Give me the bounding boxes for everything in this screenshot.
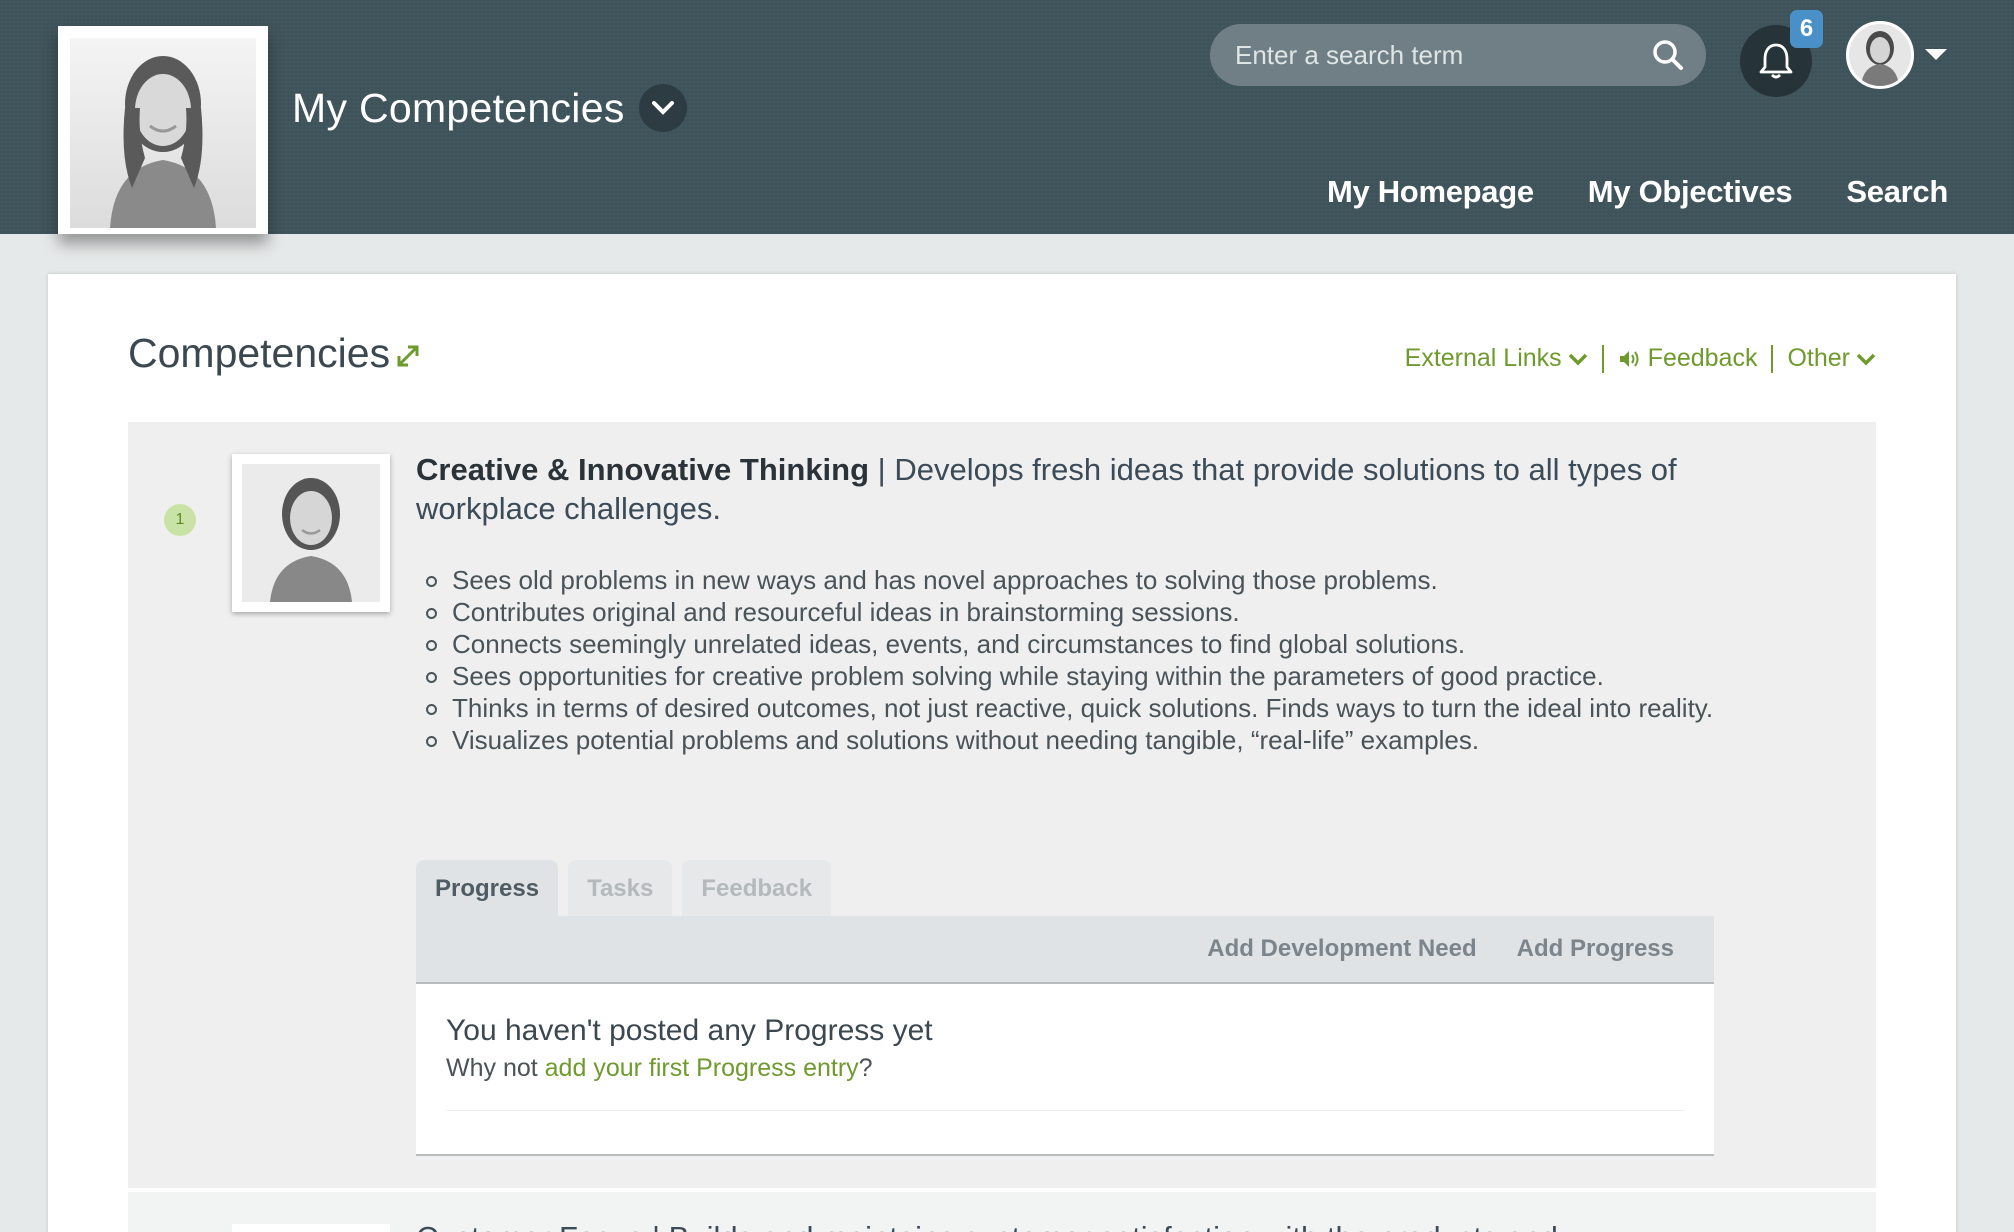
competency-heading: Creative & Innovative Thinking | Develop… bbox=[416, 450, 1686, 528]
profile-photo[interactable] bbox=[58, 26, 268, 234]
competency-owner-photo bbox=[232, 1224, 390, 1232]
nav-my-homepage[interactable]: My Homepage bbox=[1327, 174, 1534, 210]
page-title: My Competencies bbox=[292, 84, 625, 131]
top-header: My Competencies 6 My Homepage My Ob bbox=[0, 0, 2014, 234]
section-links: External Links Feedback Other bbox=[1405, 344, 1876, 373]
competency-name: Creative & Innovative Thinking bbox=[416, 452, 870, 487]
content-card: Competencies External Links Feedback Oth… bbox=[48, 274, 1956, 1232]
search-input[interactable] bbox=[1235, 39, 1652, 71]
tab-tasks[interactable]: Tasks bbox=[568, 860, 673, 918]
external-links-label: External Links bbox=[1404, 344, 1562, 372]
tab-feedback[interactable]: Feedback bbox=[682, 860, 832, 918]
list-item: Sees opportunities for creative problem … bbox=[426, 660, 1792, 692]
notification-count-badge: 6 bbox=[1790, 10, 1823, 48]
competency-heading: Customer Focus | Builds and maintains cu… bbox=[416, 1220, 1558, 1232]
list-item: Sees old problems in new ways and has no… bbox=[426, 564, 1792, 596]
competency-owner-photo bbox=[232, 454, 390, 612]
main-nav: My Homepage My Objectives Search bbox=[1327, 174, 1948, 210]
feedback-label: Feedback bbox=[1647, 344, 1758, 372]
speaker-icon bbox=[1619, 350, 1639, 367]
caret-down-icon[interactable] bbox=[1925, 49, 1947, 60]
avatar[interactable] bbox=[1846, 21, 1914, 89]
section-title: Competencies bbox=[128, 330, 391, 376]
external-links-dropdown[interactable]: External Links bbox=[1405, 344, 1588, 373]
list-item: Visualizes potential problems and soluti… bbox=[426, 724, 1792, 756]
empty-state-message: Why not add your first Progress entry? bbox=[446, 1054, 873, 1083]
other-dropdown[interactable]: Other bbox=[1787, 344, 1876, 373]
bell-icon bbox=[1759, 43, 1793, 79]
chevron-down-icon bbox=[1856, 353, 1876, 365]
competency-tabs: Progress Tasks Feedback bbox=[416, 860, 832, 918]
section-heading: Competencies bbox=[128, 330, 420, 377]
competency-item: Customer Focus | Builds and maintains cu… bbox=[128, 1192, 1876, 1232]
list-item: Thinks in terms of desired outcomes, not… bbox=[426, 692, 1792, 724]
tab-toolbar: Add Development Need Add Progress bbox=[416, 916, 1714, 984]
divider bbox=[1601, 344, 1604, 373]
progress-panel: You haven't posted any Progress yet Why … bbox=[416, 984, 1714, 1156]
add-first-progress-link[interactable]: add your first Progress entry bbox=[545, 1054, 859, 1082]
empty-state-title: You haven't posted any Progress yet bbox=[446, 1014, 933, 1047]
person-photo-image bbox=[70, 38, 256, 228]
add-development-need-button[interactable]: Add Development Need bbox=[1207, 935, 1476, 963]
nav-search[interactable]: Search bbox=[1846, 174, 1948, 210]
expand-icon[interactable] bbox=[396, 344, 420, 368]
title-dropdown-button[interactable] bbox=[638, 84, 687, 132]
empty-state-prefix: Why not bbox=[446, 1054, 545, 1082]
divider bbox=[1771, 344, 1774, 373]
nav-my-objectives[interactable]: My Objectives bbox=[1588, 174, 1793, 210]
search-icon[interactable] bbox=[1652, 39, 1684, 71]
divider bbox=[446, 1110, 1684, 1111]
add-progress-button[interactable]: Add Progress bbox=[1517, 935, 1674, 963]
search-box bbox=[1210, 24, 1706, 86]
chevron-down-icon bbox=[651, 101, 674, 115]
list-item: Connects seemingly unrelated ideas, even… bbox=[426, 628, 1792, 660]
chevron-down-icon bbox=[1568, 353, 1587, 365]
competency-number: 1 bbox=[164, 504, 196, 536]
feedback-link[interactable]: Feedback bbox=[1618, 344, 1758, 373]
behaviour-list: Sees old problems in new ways and has no… bbox=[426, 564, 1792, 756]
list-item: Contributes original and resourceful ide… bbox=[426, 596, 1792, 628]
empty-state-suffix: ? bbox=[858, 1054, 873, 1082]
heading-separator: | bbox=[869, 452, 895, 487]
other-label: Other bbox=[1787, 344, 1850, 372]
tab-progress[interactable]: Progress bbox=[416, 860, 559, 918]
competency-item: 1 Creative & Innovative Thinking | Devel… bbox=[128, 422, 1876, 1188]
